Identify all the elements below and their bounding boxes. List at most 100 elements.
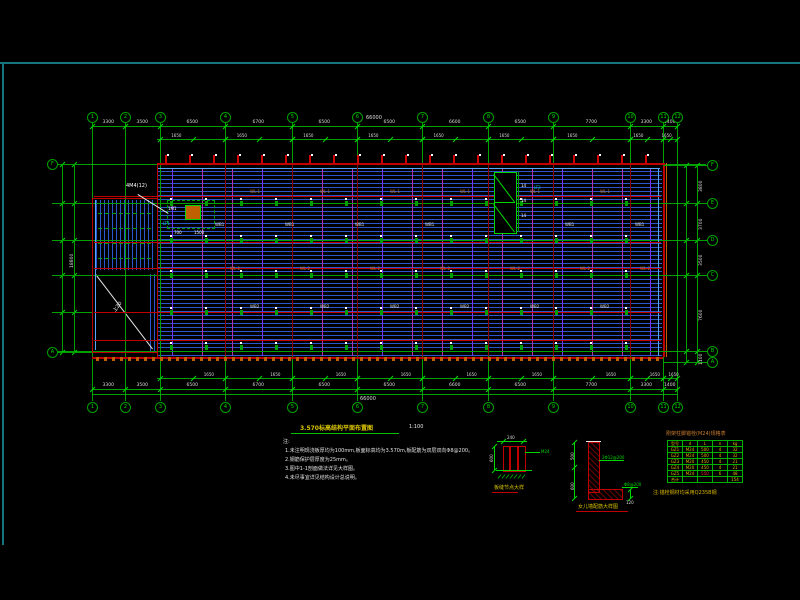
- top-connector-dot: [191, 154, 193, 156]
- member-label: WL-2: [230, 266, 240, 271]
- stair-landing-line: [98, 258, 154, 259]
- stair-block-right: [157, 163, 158, 357]
- stair-block-bottom: [92, 352, 157, 353]
- stud-symbol: [310, 201, 313, 206]
- deck-hatch-line: [158, 171, 662, 172]
- d1-grass: [522, 474, 526, 478]
- deck-hatch-line: [158, 243, 662, 244]
- stud-symbol: [520, 310, 523, 315]
- stud-symbol: [310, 238, 313, 243]
- edge-tick: [256, 357, 259, 361]
- grid-bubble[interactable]: 9: [548, 112, 559, 123]
- d1-section: [503, 446, 526, 472]
- member-label: WL-1: [530, 189, 540, 194]
- stud-symbol: [625, 238, 628, 243]
- grid-bubble[interactable]: 9: [548, 402, 559, 413]
- note-item: 2.钢筋保护层厚度为25mm。: [285, 456, 351, 463]
- grid-bubble[interactable]: 3: [155, 112, 166, 123]
- stud-symbol: [275, 345, 278, 350]
- edge-tick: [368, 357, 371, 361]
- stud-dot: [345, 270, 347, 272]
- grid-bubble[interactable]: A: [707, 357, 718, 368]
- top-connector: [381, 155, 383, 163]
- d1-leader: [525, 452, 540, 453]
- grid-bubble[interactable]: C: [707, 270, 718, 281]
- edge-tick: [416, 357, 419, 361]
- grid-bubble[interactable]: 6: [352, 402, 363, 413]
- top-connector-dot: [647, 154, 649, 156]
- stud-symbol: [590, 310, 593, 315]
- top-connector: [573, 155, 575, 163]
- stud-symbol: [240, 345, 243, 350]
- grid-bubble[interactable]: 10: [625, 112, 636, 123]
- grid-bubble[interactable]: A: [47, 347, 58, 358]
- stud-dot: [240, 198, 242, 200]
- grid-bubble[interactable]: E: [707, 198, 718, 209]
- cad-viewport[interactable]: 3300350065006700650065006600650077003300…: [0, 0, 800, 600]
- inner-edge-stair: [95, 200, 96, 350]
- stud-symbol: [205, 345, 208, 350]
- grid-bubble[interactable]: 12: [672, 402, 683, 413]
- grid-bubble[interactable]: 11: [658, 112, 669, 123]
- beam-line-v: [488, 165, 489, 356]
- grid-bubble[interactable]: 5: [287, 112, 298, 123]
- member-label: 14: [521, 213, 526, 218]
- stud-symbol: [450, 273, 453, 278]
- grid-bubble[interactable]: 6: [352, 112, 363, 123]
- grid-bubble[interactable]: F: [47, 159, 58, 170]
- member-label: WB2: [600, 304, 609, 309]
- stud-dot: [205, 270, 207, 272]
- grid-bubble[interactable]: 2: [120, 112, 131, 123]
- grid-bubble[interactable]: 12: [672, 112, 683, 123]
- edge-tick: [520, 357, 523, 361]
- grid-bubble[interactable]: 4: [220, 402, 231, 413]
- top-connector-dot: [623, 154, 625, 156]
- grid-bubble[interactable]: 3: [155, 402, 166, 413]
- member-label: WB2: [320, 304, 329, 309]
- deck-hatch-line: [158, 219, 662, 220]
- plan-edge-top: [157, 163, 663, 165]
- deck-hatch-line: [158, 343, 662, 344]
- dim-text: 1650: [532, 372, 542, 377]
- inner-edge-top: [158, 168, 660, 169]
- stair-hatch-line: [116, 200, 117, 270]
- member-label: 1500: [194, 230, 204, 235]
- stud-dot: [625, 307, 627, 309]
- grid-bubble[interactable]: 7: [417, 112, 428, 123]
- grid-bubble[interactable]: 5: [287, 402, 298, 413]
- grid-bubble[interactable]: 8: [483, 112, 494, 123]
- grid-bubble[interactable]: B: [707, 346, 718, 357]
- member-label: 14: [521, 198, 526, 203]
- stud-dot: [380, 270, 382, 272]
- stud-dot: [415, 342, 417, 344]
- grid-bubble[interactable]: 8: [483, 402, 494, 413]
- grid-bubble[interactable]: F: [707, 160, 718, 171]
- stud-symbol: [310, 345, 313, 350]
- grid-bubble[interactable]: 1: [87, 402, 98, 413]
- deck-hatch-line: [158, 227, 662, 228]
- edge-tick: [616, 357, 619, 361]
- grid-bubble[interactable]: D: [707, 235, 718, 246]
- grid-bubble[interactable]: 10: [625, 402, 636, 413]
- stud-dot: [520, 235, 522, 237]
- stud-dot: [275, 235, 277, 237]
- grid-bubble[interactable]: 11: [658, 402, 669, 413]
- d2-text: 2Φ12@200: [602, 455, 624, 460]
- d2-text: 600: [570, 482, 575, 490]
- edge-tick: [640, 357, 643, 361]
- stud-dot: [555, 270, 557, 272]
- edge-tick: [560, 357, 563, 361]
- stud-dot: [205, 235, 207, 237]
- beam-line-v: [422, 165, 423, 356]
- top-connector: [309, 155, 311, 163]
- member-label: WL-1: [320, 189, 330, 194]
- grid-bubble[interactable]: 7: [417, 402, 428, 413]
- edge-tick: [480, 357, 483, 361]
- top-connector: [477, 155, 479, 163]
- stud-dot: [415, 307, 417, 309]
- grid-bubble[interactable]: 2: [120, 402, 131, 413]
- deck-hatch-line: [158, 259, 662, 260]
- grid-bubble[interactable]: 4: [220, 112, 231, 123]
- grid-bubble[interactable]: 1: [87, 112, 98, 123]
- deck-hatch-line: [158, 355, 662, 356]
